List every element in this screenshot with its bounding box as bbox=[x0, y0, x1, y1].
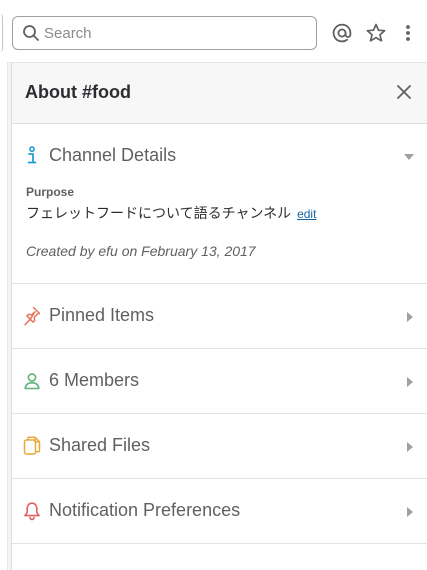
caret-right-icon bbox=[407, 442, 413, 452]
purpose-text: フェレットフードについて語るチャンネル edit bbox=[26, 204, 427, 223]
more-vertical-icon[interactable] bbox=[396, 21, 420, 45]
members-label: 6 Members bbox=[49, 370, 140, 390]
person-icon bbox=[22, 371, 42, 391]
pin-icon bbox=[22, 306, 42, 326]
edit-purpose-link[interactable]: edit bbox=[297, 207, 316, 221]
purpose-value: フェレットフードについて語るチャンネル bbox=[26, 205, 292, 221]
left-edge-divider bbox=[0, 14, 3, 52]
panel-header: About #food bbox=[12, 62, 427, 124]
search-icon bbox=[23, 25, 39, 41]
bell-icon bbox=[22, 501, 42, 521]
caret-right-icon bbox=[407, 377, 413, 387]
channel-details-body: Purpose フェレットフードについて語るチャンネル edit Created… bbox=[12, 185, 427, 283]
notification-preferences-section[interactable]: Notification Preferences bbox=[12, 479, 427, 544]
caret-right-icon bbox=[407, 312, 413, 322]
pinned-items-section[interactable]: Pinned Items bbox=[12, 284, 427, 349]
notification-preferences-label: Notification Preferences bbox=[49, 500, 241, 520]
info-icon bbox=[22, 146, 42, 166]
members-section[interactable]: 6 Members bbox=[12, 349, 427, 414]
shared-files-label: Shared Files bbox=[49, 435, 151, 455]
close-icon[interactable] bbox=[395, 83, 413, 101]
created-by-text: Created by efu on February 13, 2017 bbox=[26, 243, 256, 259]
channel-details-label: Channel Details bbox=[49, 145, 177, 165]
pinned-items-label: Pinned Items bbox=[49, 305, 155, 325]
search-box[interactable] bbox=[12, 16, 317, 50]
panel-title: About #food bbox=[25, 82, 131, 102]
left-content-edge-inner bbox=[0, 62, 8, 570]
star-icon[interactable] bbox=[364, 21, 388, 45]
search-input[interactable] bbox=[44, 24, 294, 42]
left-content-edge bbox=[0, 62, 12, 570]
caret-right-icon bbox=[407, 507, 413, 517]
files-icon bbox=[22, 436, 42, 456]
top-bar bbox=[0, 0, 427, 62]
channel-details-section: Channel Details Purpose フェレットフードについて語るチャ… bbox=[12, 124, 427, 284]
channel-details-toggle[interactable]: Channel Details bbox=[12, 124, 427, 188]
channel-details-panel: About #food Channel Details Purpose フェレッ… bbox=[12, 62, 427, 570]
at-sign-icon[interactable] bbox=[330, 21, 354, 45]
app-window: About #food Channel Details Purpose bbox=[0, 0, 427, 570]
caret-down-icon bbox=[404, 154, 414, 160]
shared-files-section[interactable]: Shared Files bbox=[12, 414, 427, 479]
